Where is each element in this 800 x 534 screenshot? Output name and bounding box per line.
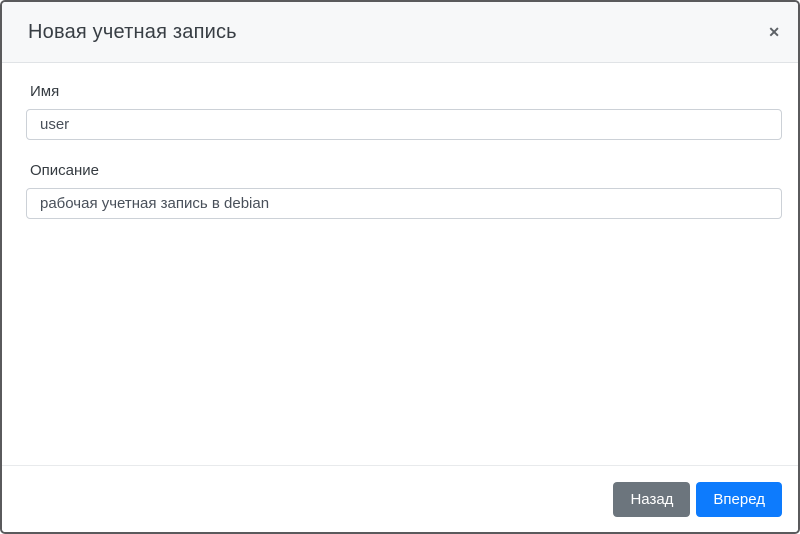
close-button[interactable]: ✕ [766,21,782,43]
name-input[interactable] [26,109,782,140]
description-field-group: Описание [26,162,782,219]
dialog-footer: Назад Вперед [2,465,798,532]
back-button[interactable]: Назад [613,482,691,517]
close-icon: ✕ [768,23,780,40]
forward-button[interactable]: Вперед [696,482,782,517]
description-input[interactable] [26,188,782,219]
name-field-label: Имя [30,83,60,100]
dialog-header: Новая учетная запись ✕ [2,2,798,63]
new-account-dialog: Новая учетная запись ✕ Имя Описание Наза… [0,0,800,534]
name-field-group: Имя [26,83,782,140]
description-field-label: Описание [30,162,100,179]
dialog-body: Имя Описание [2,63,798,465]
dialog-title: Новая учетная запись [28,20,237,43]
